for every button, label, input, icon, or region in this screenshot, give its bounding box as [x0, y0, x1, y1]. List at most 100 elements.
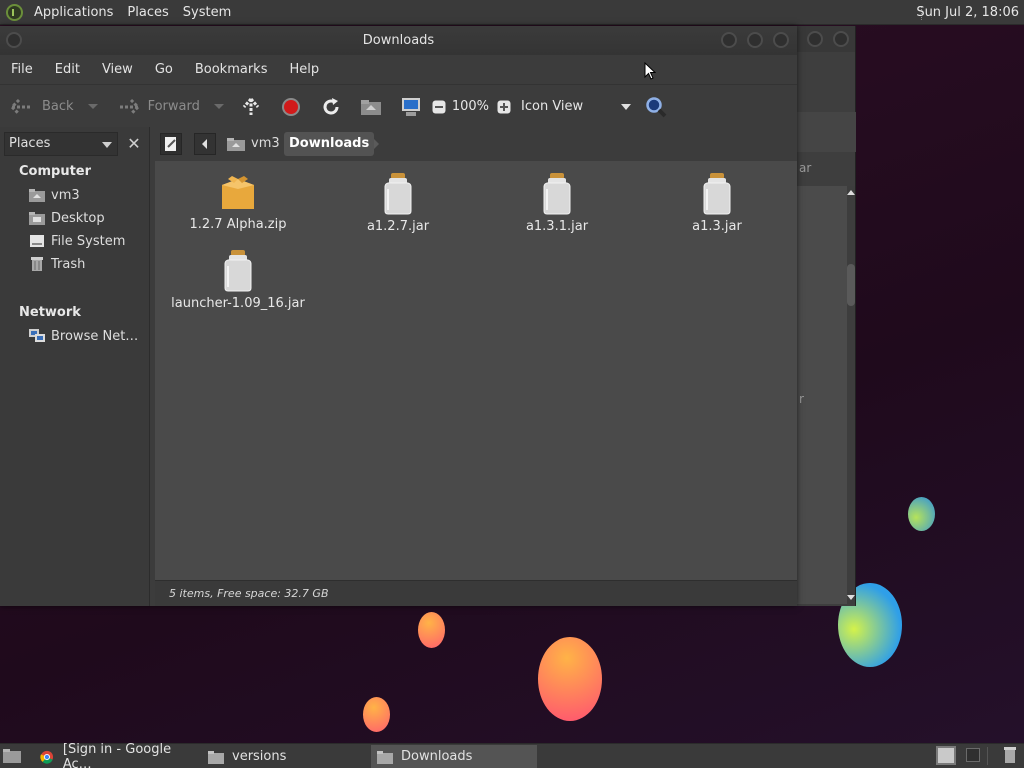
up-arrow-icon[interactable]: [238, 94, 264, 120]
bg-close-icon[interactable]: [833, 31, 849, 47]
file-name: a1.3.1.jar: [525, 219, 589, 234]
file-name: a1.2.7.jar: [366, 219, 430, 234]
file-item[interactable]: a1.3.1.jar: [482, 173, 632, 234]
scroll-up-arrow-icon[interactable]: [847, 190, 855, 195]
bg-minimize-icon[interactable]: [807, 31, 823, 47]
wallpaper-bubble: [418, 612, 445, 648]
gnome-foot-icon[interactable]: [6, 3, 23, 21]
status-bar: 5 items, Free space: 32.7 GB: [155, 580, 797, 606]
menu-edit[interactable]: Edit: [44, 62, 91, 77]
forward-arrow-icon: [116, 94, 142, 120]
sidebar-item-label: Trash: [51, 256, 86, 272]
trash-icon[interactable]: [1003, 747, 1017, 763]
menu-view[interactable]: View: [91, 62, 144, 77]
wallpaper-bubble: [538, 637, 602, 721]
jar-icon: [543, 173, 571, 215]
wallpaper-bubble: [363, 697, 390, 732]
scroll-thumb[interactable]: [847, 264, 855, 306]
workspace-1-button[interactable]: [936, 746, 956, 765]
toolbar: Back Forward 100% Icon View: [0, 84, 797, 129]
home-folder-icon: [227, 138, 245, 151]
clock[interactable]: Sun Jul 2, 18:06: [916, 0, 1019, 25]
taskbar-item-versions[interactable]: versions: [202, 745, 368, 768]
background-file-fragment: r: [799, 392, 804, 406]
taskbar-item-downloads[interactable]: Downloads: [371, 745, 537, 768]
show-desktop-icon[interactable]: [2, 748, 22, 764]
view-mode-dropdown-icon: [621, 104, 632, 110]
applications-menu[interactable]: Applications: [27, 0, 120, 25]
close-icon[interactable]: [773, 32, 789, 48]
workspace-2-button[interactable]: [966, 748, 980, 762]
sidebar-item-trash[interactable]: Trash: [29, 254, 85, 274]
bottom-panel: [Sign in - Google Ac… versions Downloads: [0, 741, 1024, 768]
file-name: launcher-1.09_16.jar: [171, 296, 305, 311]
chrome-icon: [40, 750, 54, 764]
menu-go[interactable]: Go: [144, 62, 184, 77]
zoom-in-icon[interactable]: [495, 94, 513, 120]
menu-help[interactable]: Help: [278, 62, 330, 77]
home-folder-icon: [29, 188, 45, 202]
background-file-fragment: ar: [799, 161, 812, 175]
sidebar-pane-select[interactable]: Places: [4, 132, 118, 156]
back-history-dropdown-icon[interactable]: [87, 104, 98, 109]
file-item[interactable]: a1.3.jar: [642, 173, 792, 234]
sidebar-item-file-system[interactable]: File System: [29, 231, 125, 251]
back-button[interactable]: Back: [8, 94, 98, 120]
breadcrumb-label: Downloads: [289, 136, 370, 151]
folder-icon: [208, 750, 224, 764]
archive-icon: [222, 176, 254, 209]
jar-icon: [384, 173, 412, 215]
breadcrumb-downloads[interactable]: Downloads: [284, 132, 375, 156]
chevron-left-icon: [202, 139, 207, 149]
jar-icon: [703, 173, 731, 215]
computer-icon[interactable]: [398, 94, 424, 120]
search-icon[interactable]: [643, 94, 669, 120]
chevron-down-icon: [102, 142, 112, 148]
sidebar-item-desktop[interactable]: Desktop: [29, 208, 105, 228]
places-menu[interactable]: Places: [120, 0, 175, 25]
file-manager-window: Downloads File Edit View Go Bookmarks He…: [0, 26, 797, 606]
zoom-out-icon[interactable]: [430, 94, 448, 120]
close-sidebar-button[interactable]: ✕: [122, 132, 146, 156]
taskbar-item-label: [Sign in - Google Ac…: [62, 741, 172, 768]
maximize-icon[interactable]: [747, 32, 763, 48]
edit-location-button[interactable]: [160, 133, 182, 155]
stop-icon[interactable]: [278, 94, 304, 120]
menu-bookmarks[interactable]: Bookmarks: [184, 62, 279, 77]
background-window[interactable]: [795, 26, 856, 606]
trash-icon: [29, 257, 45, 271]
path-scroll-left-button[interactable]: [194, 133, 216, 155]
window-menu-icon[interactable]: [6, 32, 22, 48]
minimize-icon[interactable]: [721, 32, 737, 48]
file-item[interactable]: 1.2.7 Alpha.zip: [163, 173, 313, 232]
forward-history-dropdown-icon[interactable]: [213, 104, 224, 109]
sidebar-item-browse-network[interactable]: Browse Net…: [29, 326, 138, 346]
sidebar-item-label: vm3: [51, 187, 80, 203]
scroll-down-arrow-icon[interactable]: [847, 595, 855, 600]
file-view[interactable]: 1.2.7 Alpha.zip a1.2.7.jar a1.3.1.jar a1…: [155, 161, 797, 580]
pencil-icon: [165, 137, 176, 151]
panel-separator: [987, 747, 988, 765]
sidebar-item-vm3[interactable]: vm3: [29, 185, 80, 205]
folder-icon: [377, 750, 393, 764]
reload-icon[interactable]: [318, 94, 344, 120]
file-name: a1.3.jar: [692, 219, 742, 234]
menu-file[interactable]: File: [0, 62, 44, 77]
background-scrollbar[interactable]: [847, 186, 855, 604]
forward-button[interactable]: Forward: [116, 94, 224, 120]
sidebar-item-label: File System: [51, 233, 126, 249]
view-mode-select[interactable]: Icon View: [521, 99, 632, 114]
file-item[interactable]: a1.2.7.jar: [323, 173, 473, 234]
top-panel: Applications Places System Sun Jul 2, 18…: [0, 0, 1024, 25]
home-icon[interactable]: [358, 94, 384, 120]
breadcrumb-vm3[interactable]: vm3: [222, 132, 285, 156]
system-menu[interactable]: System: [176, 0, 238, 25]
sidebar-item-label: Desktop: [51, 210, 105, 226]
network-icon: [29, 329, 45, 343]
sidebar: Places ✕ Computer vm3 Desktop File Syste…: [0, 127, 150, 606]
window-titlebar[interactable]: Downloads: [0, 26, 797, 55]
file-item[interactable]: launcher-1.09_16.jar: [163, 250, 313, 311]
chevron-right-icon[interactable]: [374, 139, 379, 149]
taskbar-item-browser[interactable]: [Sign in - Google Ac…: [33, 741, 203, 768]
sidebar-pane-label: Places: [9, 136, 51, 151]
